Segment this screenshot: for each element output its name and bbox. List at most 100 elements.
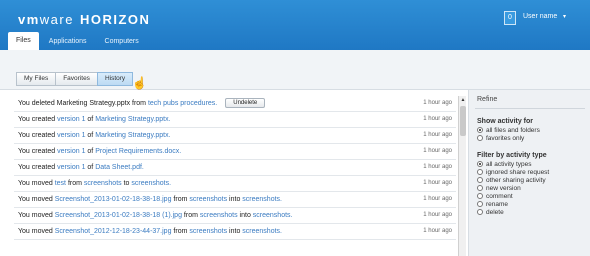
subtab-history[interactable]: History: [96, 72, 134, 86]
file-link[interactable]: Marketing Strategy.pptx.: [95, 116, 170, 123]
radio-icon[interactable]: [477, 169, 483, 175]
activity-text: You created: [18, 132, 58, 139]
subtab-my-files[interactable]: My Files: [16, 72, 57, 86]
radio-label: other sharing activity: [486, 177, 546, 184]
show-activity-heading: Show activity for: [477, 118, 534, 125]
radio-rename[interactable]: rename: [477, 201, 508, 209]
folder-link[interactable]: screenshots.: [131, 180, 171, 187]
folder-link[interactable]: screenshots.: [242, 196, 282, 203]
file-link[interactable]: Screenshot_2013-01-02-18-38-18.jpg: [55, 196, 172, 203]
radio-icon[interactable]: [477, 185, 483, 191]
activity-scrollbar[interactable]: ▲: [458, 96, 466, 256]
activity-text: You moved: [18, 180, 55, 187]
filter-activity-heading: Filter by activity type: [477, 152, 547, 159]
folder-link[interactable]: screenshots.: [242, 228, 282, 235]
activity-text: from: [66, 180, 84, 187]
activity-time: 1 hour ago: [423, 100, 452, 106]
activity-time: 1 hour ago: [423, 148, 452, 154]
radio-favorites-only[interactable]: favorites only: [477, 135, 524, 143]
folder-link[interactable]: screenshots: [200, 212, 238, 219]
undelete-button[interactable]: Undelete: [225, 98, 266, 109]
radio-selected-icon[interactable]: [477, 161, 483, 167]
tab-computers[interactable]: Computers: [97, 34, 147, 50]
activity-text: of: [85, 148, 96, 155]
refine-title: Refine: [477, 96, 498, 103]
radio-delete[interactable]: delete: [477, 209, 504, 217]
user-menu[interactable]: User name: [523, 13, 557, 20]
main-tabs: Files Applications Computers: [8, 28, 149, 50]
files-subnav: My Files Favorites History: [0, 50, 590, 90]
activity-row: You moved test from screenshots to scree…: [14, 176, 456, 192]
activity-time: 1 hour ago: [423, 116, 452, 122]
radio-other-sharing-activity[interactable]: other sharing activity: [477, 177, 546, 185]
radio-icon[interactable]: [477, 201, 483, 207]
radio-new-version[interactable]: new version: [477, 185, 521, 193]
brand-vm: vm: [18, 12, 40, 27]
version-link[interactable]: version 1: [57, 132, 85, 139]
chevron-down-icon[interactable]: ▾: [563, 13, 566, 20]
activity-row: You moved Screenshot_2013-01-02-18-38-18…: [14, 192, 456, 208]
radio-icon[interactable]: [477, 135, 483, 141]
brand-product: HORIZON: [79, 12, 151, 27]
refine-panel: Refine Show activity for all files and f…: [468, 90, 590, 256]
radio-label: delete: [486, 209, 504, 216]
activity-time: 1 hour ago: [423, 228, 452, 234]
activity-row: You moved Screenshot_2013-01-02-18-38-18…: [14, 208, 456, 224]
subtab-favorites[interactable]: Favorites: [55, 72, 98, 86]
radio-icon[interactable]: [477, 193, 483, 199]
activity-text: from: [171, 196, 190, 203]
activity-time: 1 hour ago: [423, 164, 452, 170]
file-link[interactable]: Screenshot_2013-01-02-18-38-18 (1).jpg: [55, 212, 182, 219]
tab-files[interactable]: Files: [8, 32, 39, 50]
radio-selected-icon[interactable]: [477, 127, 483, 133]
radio-icon[interactable]: [477, 177, 483, 183]
folder-link[interactable]: screenshots: [189, 196, 227, 203]
activity-time: 1 hour ago: [423, 212, 452, 218]
tab-applications[interactable]: Applications: [41, 34, 95, 50]
version-link[interactable]: version 1: [57, 148, 85, 155]
activity-text: You deleted Marketing Strategy.pptx from: [18, 100, 148, 107]
hand-cursor-icon: ☝: [132, 76, 147, 90]
radio-all-files[interactable]: all files and folders: [477, 127, 540, 135]
radio-label: favorites only: [486, 135, 525, 142]
scroll-thumb[interactable]: [460, 106, 466, 136]
activity-text: You moved: [18, 196, 55, 203]
radio-icon[interactable]: [477, 209, 483, 215]
radio-label: all activity types: [486, 161, 532, 168]
radio-label: new version: [486, 185, 521, 192]
activity-text: from: [171, 228, 190, 235]
activity-text: from: [181, 212, 200, 219]
activity-text: You moved: [18, 228, 55, 235]
radio-label: rename: [486, 201, 509, 208]
file-link[interactable]: Screenshot_2012-12-18-23-44-37.jpg: [55, 228, 172, 235]
vmware-horizon-logo: vmware HORIZON: [18, 12, 150, 27]
activity-text: You moved: [18, 212, 55, 219]
activity-text: You created: [18, 164, 58, 171]
folder-link[interactable]: screenshots: [84, 180, 122, 187]
activity-row: You created version 1 of Project Require…: [14, 144, 456, 160]
radio-label: all files and folders: [486, 127, 540, 134]
activity-row: You created version 1 of Marketing Strat…: [14, 112, 456, 128]
activity-text: You created: [18, 116, 58, 123]
version-link[interactable]: version 1: [57, 116, 85, 123]
folder-link[interactable]: screenshots: [189, 228, 227, 235]
activity-text: into: [227, 196, 243, 203]
radio-all-activity-types[interactable]: all activity types: [477, 161, 532, 169]
notification-badge[interactable]: 0: [504, 11, 516, 25]
radio-comment[interactable]: comment: [477, 193, 513, 201]
file-link[interactable]: Project Requirements.docx.: [95, 148, 181, 155]
activity-time: 1 hour ago: [423, 180, 452, 186]
scroll-up-icon[interactable]: ▲: [459, 96, 467, 104]
activity-row: You deleted Marketing Strategy.pptx from…: [14, 96, 456, 112]
file-link[interactable]: Data Sheet.pdf.: [95, 164, 144, 171]
folder-link[interactable]: screenshots.: [253, 212, 293, 219]
activity-text: of: [85, 116, 96, 123]
activity-list: You deleted Marketing Strategy.pptx from…: [14, 96, 456, 240]
radio-label: comment: [486, 193, 513, 200]
version-link[interactable]: version 1: [57, 164, 85, 171]
brand-ware: ware: [39, 12, 74, 27]
file-link[interactable]: test: [55, 180, 66, 187]
file-link[interactable]: Marketing Strategy.pptx.: [95, 132, 170, 139]
folder-link[interactable]: tech pubs procedures.: [148, 100, 217, 107]
radio-ignored-share-request[interactable]: ignored share request: [477, 169, 549, 177]
